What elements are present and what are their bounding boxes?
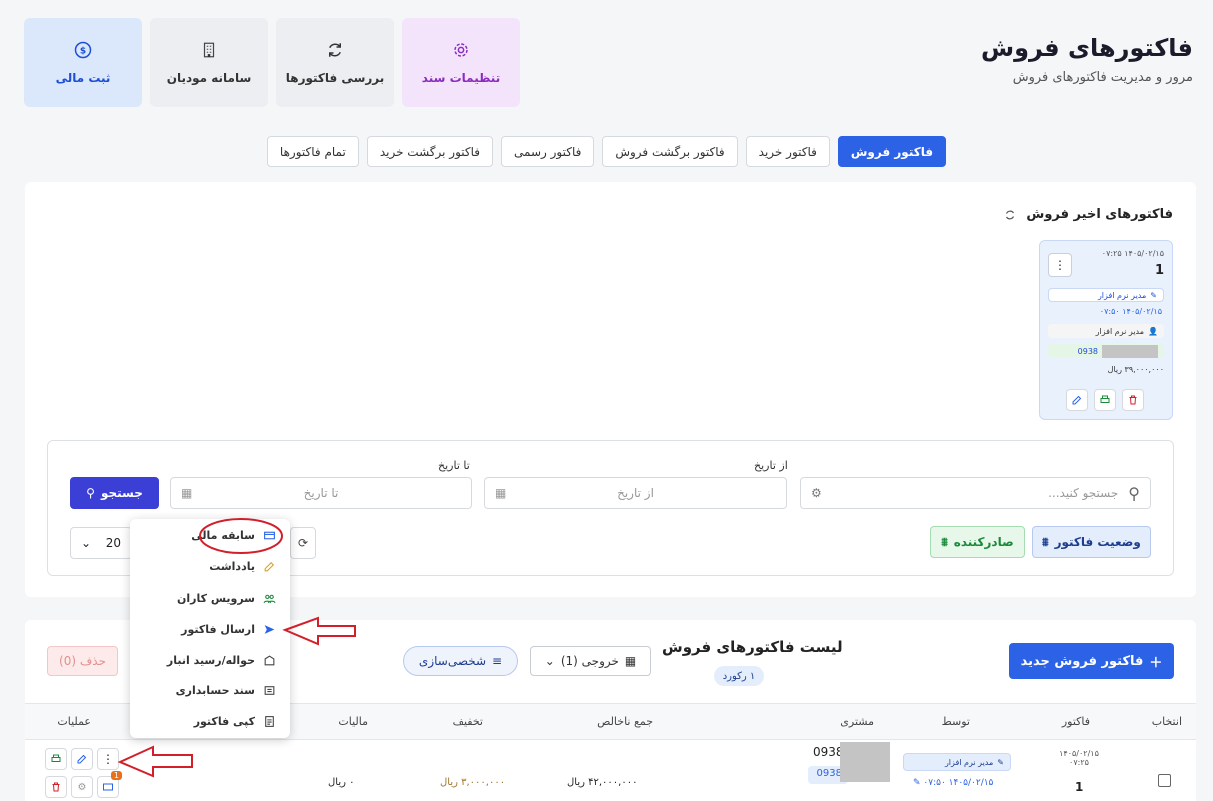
annotation-arrow-menu bbox=[282, 616, 356, 646]
annotation-overlay bbox=[117, 518, 356, 778]
annotation-arrow-row bbox=[117, 745, 193, 778]
annotation-circle bbox=[199, 518, 283, 554]
